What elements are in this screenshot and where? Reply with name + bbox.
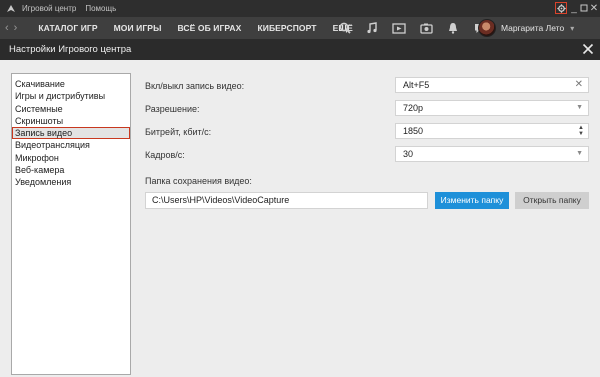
chevron-down-icon: ▼ — [576, 150, 583, 157]
settings-dialog-body: Скачивание Игры и дистрибутивы Системные… — [0, 60, 600, 377]
resolution-value: 720p — [403, 103, 424, 113]
decrement-icon[interactable]: ▼ — [578, 131, 584, 137]
maximize-icon — [580, 4, 588, 12]
close-icon: ✕ — [589, 2, 599, 14]
category-screenshots[interactable]: Скриншоты — [12, 115, 130, 127]
category-webcam[interactable]: Веб-камера — [12, 164, 130, 176]
notifications-icon[interactable] — [446, 21, 460, 35]
avatar — [478, 19, 496, 37]
chevron-down-icon: ▼ — [576, 104, 583, 111]
folder-path-field[interactable]: C:\Users\HP\Videos\VideoCapture — [145, 192, 428, 209]
settings-dialog-header: Настройки Игрового центра — [0, 39, 600, 60]
menu-help[interactable]: Помощь — [85, 4, 116, 13]
minimize-icon: _ — [571, 2, 577, 14]
category-downloads[interactable]: Скачивание — [12, 78, 130, 90]
clear-hotkey-icon[interactable]: ✕ — [575, 78, 583, 92]
user-name: Маргарита Лето — [501, 23, 565, 33]
change-folder-button[interactable]: Изменить папку — [435, 192, 509, 209]
bitrate-spin-buttons: ▲ ▼ — [578, 125, 584, 137]
record-hotkey-label: Вкл/выкл запись видео: — [145, 81, 245, 91]
settings-category-list: Скачивание Игры и дистрибутивы Системные… — [11, 73, 131, 375]
nav-esports[interactable]: КИБЕРСПОРТ — [249, 23, 324, 33]
screenshot-icon[interactable] — [419, 21, 433, 35]
category-notifications[interactable]: Уведомления — [12, 176, 130, 188]
resolution-select[interactable]: 720p ▼ — [395, 100, 589, 116]
fps-label: Кадров/с: — [145, 150, 185, 160]
user-menu[interactable]: Маргарита Лето ▾ — [478, 17, 574, 39]
window-close-button[interactable]: ✕ — [588, 2, 600, 14]
nav-icon-group — [338, 17, 500, 39]
fps-value: 30 — [403, 149, 414, 159]
music-icon[interactable] — [365, 21, 379, 35]
video-icon[interactable] — [392, 21, 406, 35]
folder-label: Папка сохранения видео: — [145, 176, 252, 186]
nav-my-games[interactable]: МОИ ИГРЫ — [106, 23, 170, 33]
back-arrow-icon[interactable]: ‹ — [5, 22, 9, 34]
bitrate-label: Битрейт, кбит/с: — [145, 127, 212, 137]
app-logo-icon — [7, 4, 15, 12]
dialog-close-icon[interactable] — [582, 43, 594, 55]
open-folder-button[interactable]: Открыть папку — [515, 192, 589, 209]
menu-game-center[interactable]: Игровой центр — [22, 4, 76, 13]
chevron-down-icon: ▾ — [570, 23, 575, 33]
window-titlebar: Игровой центр Помощь _ ✕ — [0, 0, 600, 17]
fps-select[interactable]: 30 ▼ — [395, 146, 589, 162]
nav-all-about-games[interactable]: ВСЁ ОБ ИГРАХ — [170, 23, 250, 33]
record-hotkey-value: Alt+F5 — [403, 80, 430, 90]
settings-button[interactable] — [555, 2, 567, 14]
nav-catalog[interactable]: КАТАЛОГ ИГР — [30, 23, 105, 33]
category-system[interactable]: Системные — [12, 103, 130, 115]
folder-path-value: C:\Users\HP\Videos\VideoCapture — [152, 195, 290, 205]
bitrate-stepper[interactable]: 1850 ▲ ▼ — [395, 123, 589, 139]
forward-arrow-icon[interactable]: › — [14, 22, 18, 34]
resolution-label: Разрешение: — [145, 104, 200, 114]
nav-arrows: ‹ › — [5, 22, 22, 34]
bitrate-value: 1850 — [403, 126, 424, 136]
category-microphone[interactable]: Микрофон — [12, 152, 130, 164]
category-streaming[interactable]: Видеотрансляция — [12, 139, 130, 151]
category-games-distributions[interactable]: Игры и дистрибутивы — [12, 90, 130, 102]
gear-icon — [556, 3, 566, 13]
search-icon[interactable] — [338, 21, 352, 35]
record-hotkey-field[interactable]: Alt+F5 ✕ — [395, 77, 589, 93]
dialog-title: Настройки Игрового центра — [9, 44, 132, 55]
main-navbar: ‹ › КАТАЛОГ ИГР МОИ ИГРЫ ВСЁ ОБ ИГРАХ КИ… — [0, 17, 600, 39]
category-video-recording[interactable]: Запись видео — [12, 127, 130, 140]
